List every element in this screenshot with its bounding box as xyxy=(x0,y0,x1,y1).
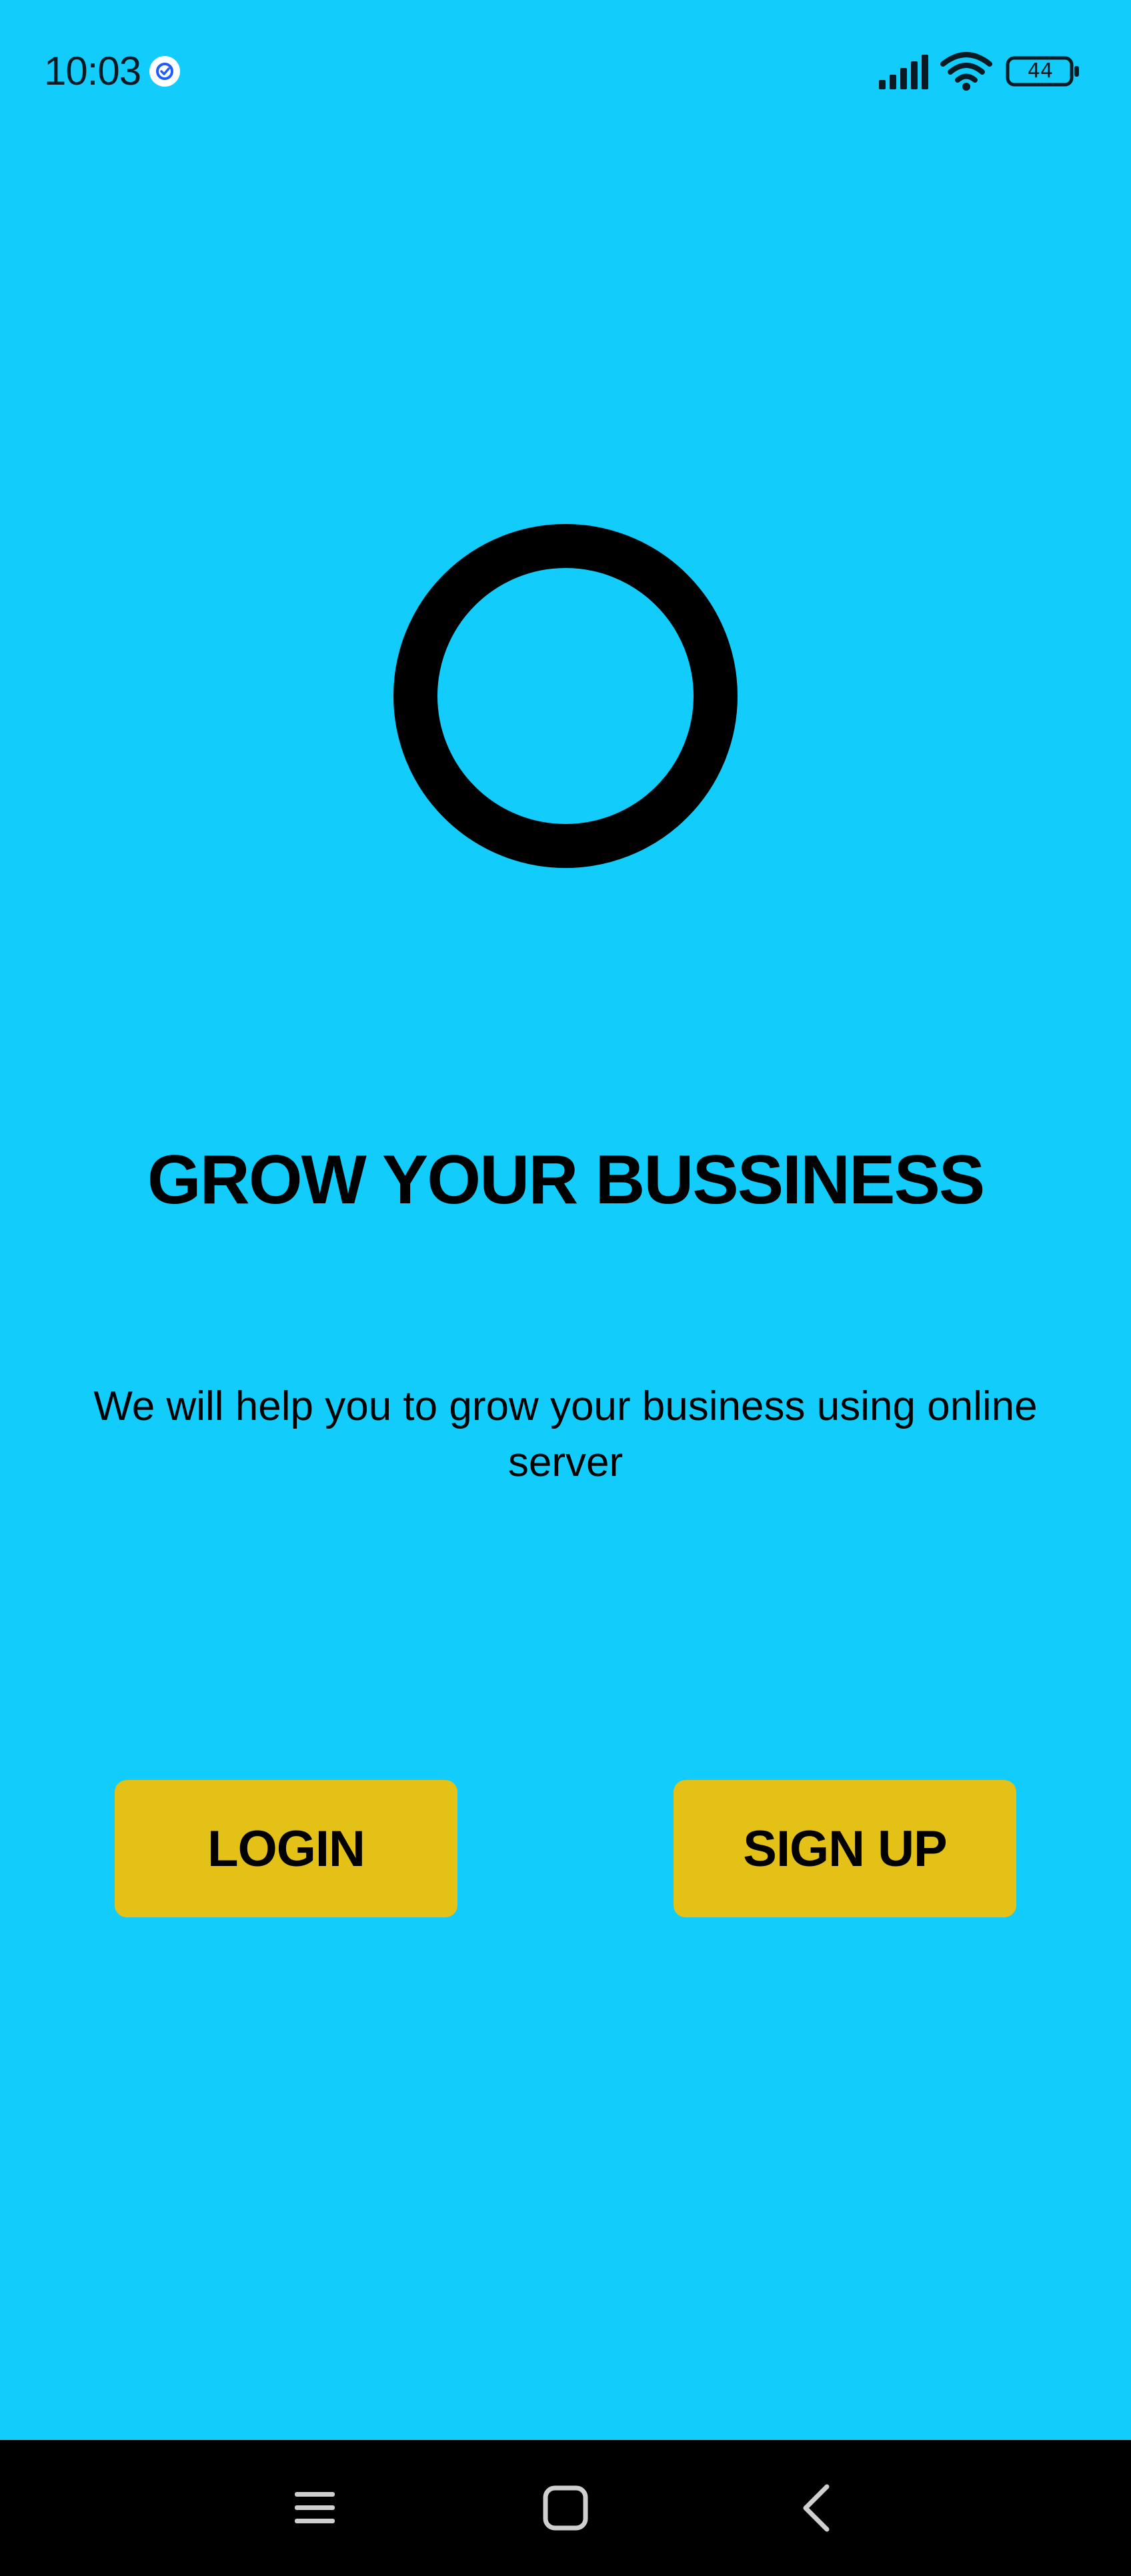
signup-button[interactable]: SIGN UP xyxy=(674,1780,1016,1917)
wifi-icon xyxy=(940,52,992,91)
battery-level: 44 xyxy=(1027,59,1054,83)
app-notification-icon xyxy=(149,56,180,87)
status-bar: 10:03 44 xyxy=(0,0,1131,140)
signal-icon xyxy=(879,55,928,89)
status-time: 10:03 xyxy=(44,49,141,93)
system-nav-bar xyxy=(0,2440,1131,2576)
back-icon[interactable] xyxy=(795,2481,838,2535)
page-subtitle: We will help you to grow your business u… xyxy=(93,1383,1038,1485)
home-icon[interactable] xyxy=(540,2483,591,2533)
login-button[interactable]: LOGIN xyxy=(115,1780,457,1917)
app-screen: 10:03 44 GROW YOUR BUSSINESS We will hel… xyxy=(0,0,1131,2440)
page-title: GROW YOUR BUSSINESS xyxy=(147,1141,985,1219)
ring-logo-icon xyxy=(393,524,738,868)
menu-icon[interactable] xyxy=(291,2484,339,2532)
